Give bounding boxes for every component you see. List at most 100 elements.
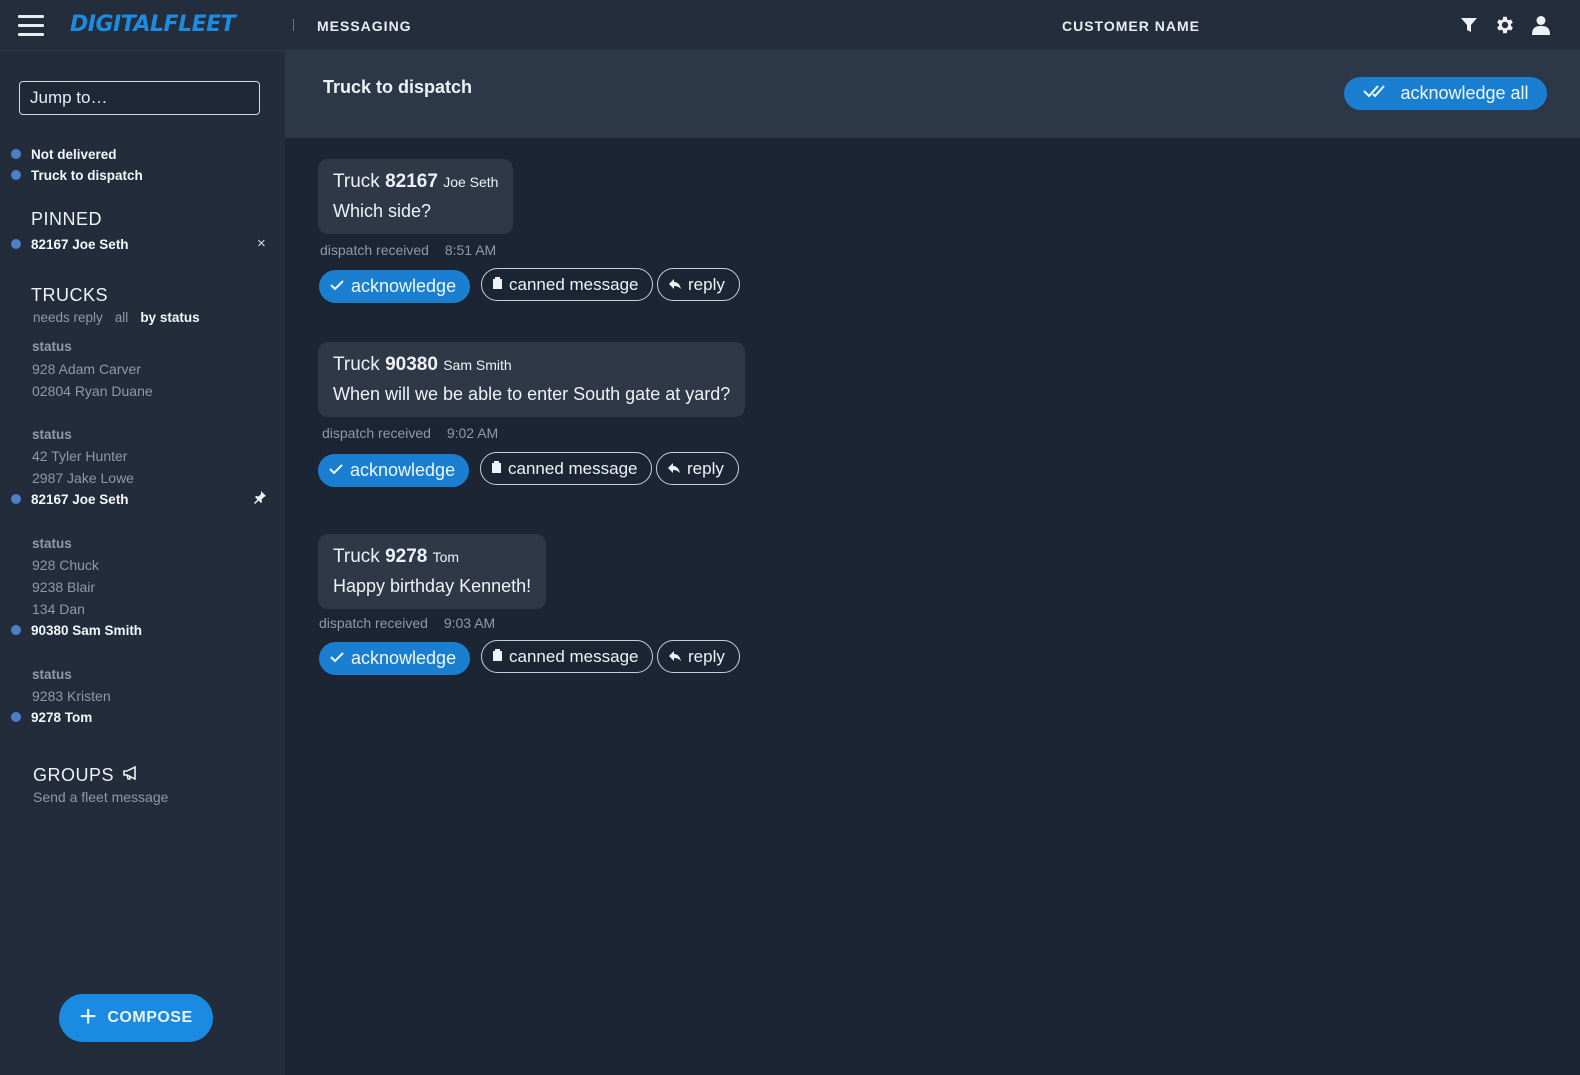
message-meta: dispatch received 9:03 AM (319, 615, 495, 631)
truck-list-item[interactable]: 9283 Kristen (32, 688, 111, 704)
pin-icon[interactable] (253, 490, 267, 507)
acknowledge-label: acknowledge (351, 276, 457, 296)
acknowledge-button[interactable]: acknowledge (318, 454, 470, 487)
header-divider (293, 19, 294, 31)
status-dot (11, 239, 21, 249)
close-icon[interactable]: × (257, 235, 266, 252)
pinned-heading: PINNED (31, 209, 103, 229)
message-time: 9:03 AM (443, 615, 496, 631)
compose-button[interactable]: + COMPOSE (59, 994, 213, 1042)
truck-list-item-active[interactable]: 9278 Tom (0, 707, 285, 727)
truck-list-item[interactable]: 02804 Ryan Duane (32, 383, 153, 399)
reply-label: reply (687, 458, 724, 478)
compose-label: COMPOSE (107, 1009, 193, 1026)
truck-prefix: Truck (333, 546, 380, 567)
status-heading: status (32, 339, 72, 354)
reply-icon (668, 275, 682, 295)
truck-list-item[interactable]: 2987 Jake Lowe (32, 470, 134, 486)
clipboard-icon (492, 647, 503, 667)
acknowledge-label: acknowledge (350, 460, 456, 480)
groups-subtitle[interactable]: Send a fleet message (33, 789, 168, 805)
truck-list-item[interactable]: 42 Tyler Hunter (32, 448, 127, 464)
canned-message-button[interactable]: canned message (481, 268, 654, 301)
truck-prefix: Truck (333, 171, 380, 192)
reply-label: reply (688, 646, 725, 666)
check-icon (329, 648, 345, 669)
message-meta: dispatch received 9:02 AM (322, 425, 498, 441)
top-bar: DIGITALFLEET MESSAGING CUSTOMER NAME (0, 0, 1580, 51)
message-bubble: Truck 9278 Tom Happy birthday Kenneth! (318, 534, 547, 609)
truck-list-item[interactable]: 134 Dan (32, 601, 85, 617)
groups-heading[interactable]: GROUPS (33, 765, 140, 786)
app-logo[interactable]: DIGITALFLEET (70, 12, 236, 37)
truck-label: 82167 Joe Seth (31, 491, 129, 507)
acknowledge-all-label: acknowledge all (1400, 83, 1529, 103)
truck-prefix: Truck (333, 354, 380, 375)
message-time: 8:51 AM (444, 242, 497, 258)
status-dot (11, 149, 21, 159)
check-icon (329, 276, 345, 297)
filter-by-status[interactable]: by status (140, 310, 199, 325)
status-heading: status (32, 536, 72, 551)
truck-number[interactable]: 9278 (385, 546, 427, 567)
folder-truck-to-dispatch[interactable]: Truck to dispatch (0, 165, 285, 185)
check-icon (328, 460, 344, 481)
double-check-icon (1362, 83, 1392, 104)
truck-label: 9278 Tom (31, 709, 93, 725)
canned-message-button[interactable]: canned message (480, 452, 653, 485)
truck-list-item[interactable]: 928 Chuck (32, 557, 99, 573)
canned-message-button[interactable]: canned message (481, 640, 654, 673)
reply-icon (667, 459, 681, 479)
customer-name[interactable]: CUSTOMER NAME (1062, 18, 1200, 34)
message-time: 9:02 AM (446, 425, 499, 441)
folder-not-delivered[interactable]: Not delivered (0, 144, 285, 164)
truck-list-item[interactable]: 928 Adam Carver (32, 361, 141, 377)
truck-number[interactable]: 82167 (385, 171, 438, 192)
acknowledge-label: acknowledge (351, 648, 457, 668)
status-dot (11, 494, 21, 504)
acknowledge-button[interactable]: acknowledge (319, 642, 471, 675)
pinned-item-label: 82167 Joe Seth (31, 236, 129, 252)
driver-name: Tom (432, 549, 460, 565)
reply-button[interactable]: reply (657, 640, 740, 673)
message-body: Which side? (333, 201, 432, 221)
status-dot (11, 170, 21, 180)
message-header: Truck 90380 Sam Smith (333, 354, 730, 376)
canned-message-label: canned message (509, 274, 639, 294)
status-dot (11, 712, 21, 722)
delivery-status: dispatch received (320, 242, 429, 258)
plus-icon: + (79, 999, 98, 1033)
status-heading: status (32, 427, 72, 442)
reply-label: reply (688, 274, 725, 294)
clipboard-icon (492, 275, 503, 295)
clipboard-icon (491, 459, 502, 479)
truck-list-item-active[interactable]: 90380 Sam Smith (0, 620, 285, 640)
gear-icon[interactable] (1494, 14, 1516, 36)
driver-name: Joe Seth (443, 174, 499, 190)
trucks-heading: TRUCKS (31, 285, 109, 305)
pinned-item[interactable]: 82167 Joe Seth × (0, 234, 285, 254)
reply-button[interactable]: reply (657, 268, 740, 301)
acknowledge-button[interactable]: acknowledge (319, 270, 471, 303)
driver-name: Sam Smith (443, 357, 512, 373)
app-title: MESSAGING (317, 18, 412, 34)
menu-icon[interactable] (18, 15, 44, 36)
user-icon[interactable] (1530, 14, 1552, 36)
message-bubble: Truck 82167 Joe Seth Which side? (318, 159, 514, 234)
canned-message-label: canned message (509, 646, 639, 666)
filter-needs-reply[interactable]: needs reply (33, 310, 103, 325)
filter-all[interactable]: all (115, 310, 129, 325)
truck-list-item-active[interactable]: 82167 Joe Seth (0, 489, 285, 509)
truck-number[interactable]: 90380 (385, 354, 438, 375)
filter-icon[interactable] (1458, 14, 1480, 36)
header-actions (1458, 14, 1552, 36)
reply-button[interactable]: reply (656, 452, 739, 485)
folder-label: Not delivered (31, 146, 117, 162)
conversation-header: Truck to dispatch acknowledge all (285, 51, 1580, 138)
message-header: Truck 82167 Joe Seth (333, 171, 498, 193)
truck-list-item[interactable]: 9238 Blair (32, 579, 95, 595)
delivery-status: dispatch received (319, 615, 428, 631)
message-body: Happy birthday Kenneth! (333, 576, 532, 596)
jump-to-input[interactable] (19, 81, 260, 115)
acknowledge-all-button[interactable]: acknowledge all (1344, 77, 1547, 110)
